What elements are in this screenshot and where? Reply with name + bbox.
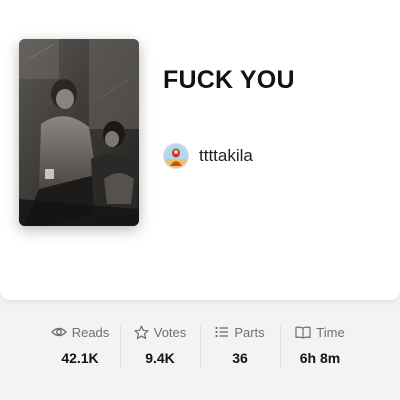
stat-reads-value: 42.1K	[61, 350, 99, 366]
book-open-icon	[295, 326, 311, 339]
stat-time-value: 6h 8m	[299, 350, 341, 366]
star-icon	[134, 325, 149, 339]
stat-votes-label-row: Votes	[134, 322, 187, 342]
story-title: FUCK YOU	[163, 66, 295, 94]
stat-votes-label: Votes	[153, 324, 187, 340]
stat-parts: Parts 36	[200, 322, 280, 372]
stat-votes: Votes 9.4K	[120, 322, 200, 372]
avatar-icon	[164, 144, 188, 168]
stat-time-label-row: Time	[295, 322, 345, 342]
stat-time: Time 6h 8m	[280, 322, 360, 372]
cover-photo-icon	[19, 39, 139, 226]
book-cover[interactable]	[19, 39, 139, 226]
story-stats: Reads 42.1K Votes 9.4K Parts 36 Time 6h …	[40, 322, 360, 372]
author-avatar[interactable]	[163, 143, 189, 169]
stat-parts-label: Parts	[234, 324, 265, 340]
eye-icon	[50, 327, 67, 337]
list-icon	[215, 326, 229, 338]
stat-reads-label: Reads	[71, 324, 110, 340]
stat-reads: Reads 42.1K	[40, 322, 120, 372]
author-name[interactable]: ttttakila	[199, 146, 253, 166]
stat-time-label: Time	[316, 324, 345, 340]
stat-parts-label-row: Parts	[215, 322, 265, 342]
stat-votes-value: 9.4K	[145, 350, 175, 366]
stat-parts-value: 36	[232, 350, 248, 366]
stat-reads-label-row: Reads	[50, 322, 110, 342]
author-link[interactable]: ttttakila	[163, 143, 253, 169]
story-header-card: FUCK YOU ttttakila	[0, 0, 400, 300]
